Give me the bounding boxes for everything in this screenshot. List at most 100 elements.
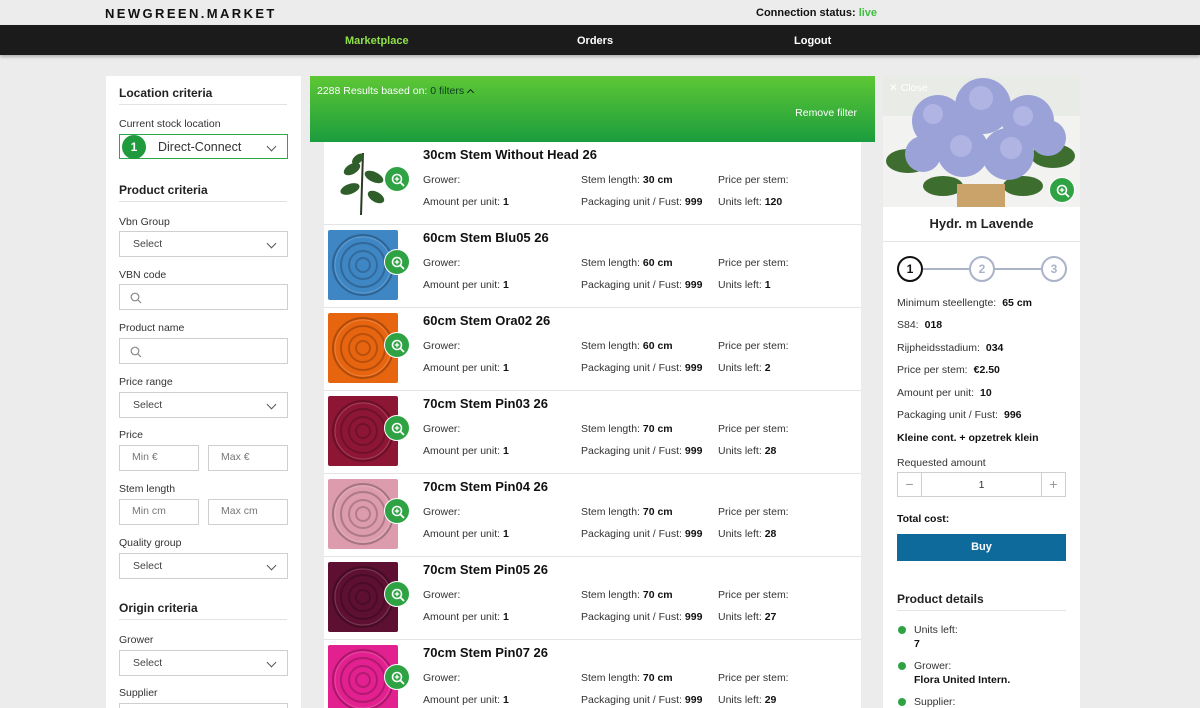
price-field-label: Price per stem:	[718, 174, 789, 186]
chevron-up-icon	[467, 88, 475, 97]
product-row[interactable]: 60cm Stem Blu05 26 Grower: Stem length: 60…	[324, 225, 861, 308]
search-icon	[130, 292, 142, 304]
price-max-input[interactable]	[221, 451, 281, 463]
packaging-field: Packaging unit / Fust: 999	[581, 196, 702, 208]
product-name[interactable]: 70cm Stem Pin07 26	[423, 645, 548, 660]
product-row[interactable]: 60cm Stem Ora02 26 Grower: Stem length: 60…	[324, 308, 861, 391]
product-row[interactable]: 30cm Stem Without Head 26 Grower: Stem len…	[324, 142, 861, 225]
plus-icon[interactable]: +	[1041, 473, 1065, 496]
quantity-value[interactable]: 1	[922, 479, 1041, 491]
minus-icon[interactable]: −	[898, 473, 922, 496]
top-bar: NEWGREEN.MARKET Connection status: live	[0, 0, 1200, 25]
grower-field-label: Grower:	[423, 257, 461, 269]
nav-orders[interactable]: Orders	[577, 35, 613, 47]
stock-location-select[interactable]: 1 Direct-Connect	[119, 134, 288, 159]
units-left-field-value: 2	[764, 362, 771, 374]
price-max-field[interactable]	[208, 445, 288, 471]
price-field-label: Price per stem:	[718, 589, 789, 601]
stem-length-field-label: Stem length:	[581, 589, 640, 601]
grower-select[interactable]: Select	[119, 650, 288, 676]
units-left-field-label: Units left:	[718, 279, 762, 291]
product-row[interactable]: 70cm Stem Pin04 26 Grower: Stem length: 70…	[324, 474, 861, 557]
step-3[interactable]: 3	[1041, 256, 1067, 282]
filters-toggle[interactable]: 0 filters	[430, 85, 475, 97]
price-min-field[interactable]	[119, 445, 199, 471]
product-name[interactable]: 60cm Stem Ora02 26	[423, 313, 550, 328]
amount-field-value: 1	[502, 445, 509, 457]
units-left-field-value: 27	[764, 611, 777, 623]
stem-max-input[interactable]	[221, 505, 281, 517]
step-2[interactable]: 2	[969, 256, 995, 282]
amount-row: Amount per unit: 10	[897, 387, 992, 399]
supplier-select[interactable]	[119, 703, 288, 708]
vbn-group-value: Select	[133, 238, 163, 250]
product-row[interactable]: 70cm Stem Pin03 26 Grower: Stem length: 70…	[324, 391, 861, 474]
zoom-in-icon[interactable]	[384, 581, 410, 607]
amount-field-label: Amount per unit:	[423, 611, 501, 623]
stock-location-label: Current stock location	[119, 118, 221, 130]
price-field: Price per stem:	[718, 340, 789, 352]
zoom-in-icon[interactable]	[384, 166, 410, 192]
units-left-field-label: Units left:	[718, 445, 762, 457]
units-left-field-value: 28	[764, 528, 777, 540]
detail-title: Hydr. m Lavende	[929, 216, 1034, 231]
remove-filter-button[interactable]: Remove filter	[795, 107, 857, 119]
ripeness-value: 034	[985, 342, 1004, 354]
amount-field-value: 1	[502, 279, 509, 291]
units-left-field-label: Units left:	[718, 694, 762, 706]
step-1[interactable]: 1	[897, 256, 923, 282]
vbn-code-input[interactable]	[148, 290, 278, 302]
product-criteria-title: Product criteria	[119, 183, 287, 202]
product-details-title: Product details	[897, 592, 1066, 611]
product-name[interactable]: 30cm Stem Without Head 26	[423, 147, 597, 162]
product-name[interactable]: 70cm Stem Pin03 26	[423, 396, 548, 411]
supplier-label: Supplier	[119, 687, 158, 699]
units-left-field: Units left: 27	[718, 611, 776, 623]
price-min-input[interactable]	[132, 451, 192, 463]
price-label: Price per stem:	[897, 364, 968, 376]
stem-max-field[interactable]	[208, 499, 288, 525]
vbn-group-select[interactable]: Select	[119, 231, 288, 257]
grower-field-label: Grower:	[423, 589, 461, 601]
product-list: 30cm Stem Without Head 26 Grower: Stem len…	[324, 142, 861, 708]
grower-field: Grower:	[423, 672, 460, 684]
zoom-in-icon[interactable]	[384, 332, 410, 358]
grower-detail-label: Grower:	[914, 660, 952, 672]
close-detail-button[interactable]: ✕ Close	[889, 82, 928, 94]
price-range-select[interactable]: Select	[119, 392, 288, 418]
quality-group-select[interactable]: Select	[119, 553, 288, 579]
packaging-field: Packaging unit / Fust: 999	[581, 362, 702, 374]
product-name-input[interactable]	[148, 344, 278, 356]
price-range-label: Price range	[119, 376, 173, 388]
chevron-down-icon	[266, 141, 277, 152]
zoom-in-icon[interactable]	[384, 415, 410, 441]
stem-min-input[interactable]	[132, 505, 192, 517]
units-left-label: Units left:	[914, 624, 958, 636]
units-left-field: Units left: 2	[718, 362, 771, 374]
stock-location-badge: 1	[122, 135, 146, 159]
buy-button[interactable]: Buy	[897, 534, 1066, 561]
nav-logout[interactable]: Logout	[794, 35, 831, 47]
stem-min-field[interactable]	[119, 499, 199, 525]
zoom-in-icon[interactable]	[384, 249, 410, 275]
product-row[interactable]: 70cm Stem Pin05 26 Grower: Stem length: 70…	[324, 557, 861, 640]
price-field-label: Price per stem:	[718, 340, 789, 352]
product-name-label: Product name	[119, 322, 185, 334]
product-name[interactable]: 70cm Stem Pin05 26	[423, 562, 548, 577]
vbn-code-search[interactable]	[119, 284, 288, 310]
product-name[interactable]: 70cm Stem Pin04 26	[423, 479, 548, 494]
zoom-in-icon[interactable]	[384, 498, 410, 524]
product-name[interactable]: 60cm Stem Blu05 26	[423, 230, 549, 245]
zoom-in-icon[interactable]	[384, 664, 410, 690]
nav-marketplace[interactable]: Marketplace	[345, 35, 409, 47]
step-connector	[923, 268, 969, 270]
packaging-field-label: Packaging unit / Fust:	[581, 279, 682, 291]
amount-field: Amount per unit: 1	[423, 445, 509, 457]
product-name-search[interactable]	[119, 338, 288, 364]
zoom-in-icon[interactable]	[1049, 177, 1075, 203]
brand-logo[interactable]: NEWGREEN.MARKET	[105, 6, 277, 21]
stem-length-field-value: 60 cm	[642, 257, 673, 269]
product-detail-panel: ✕ Close Hydr. m Lavende 1 2 3 Minimum st…	[883, 76, 1080, 708]
stem-length-field-value: 70 cm	[642, 423, 673, 435]
product-row[interactable]: 70cm Stem Pin07 26 Grower: Stem length: 70…	[324, 640, 861, 708]
